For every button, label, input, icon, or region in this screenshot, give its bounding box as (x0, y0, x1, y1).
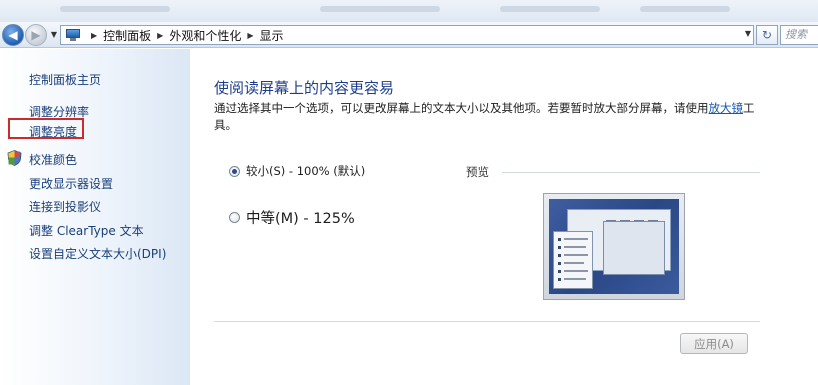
divider (502, 172, 760, 173)
chevron-right-icon[interactable]: ▶ (91, 31, 97, 40)
sidebar-item-home[interactable]: 控制面板主页 (29, 71, 101, 88)
divider (214, 321, 760, 322)
chevron-down-icon[interactable]: ▼ (745, 29, 751, 38)
sidebar: 控制面板主页 调整分辨率 调整亮度 校准颜色 更改显示器设置 连接到投影仪 调整… (0, 49, 190, 385)
refresh-button[interactable]: ↻ (756, 25, 778, 45)
chevron-right-icon[interactable]: ▶ (247, 31, 253, 40)
sidebar-item-custom-dpi[interactable]: 设置自定义文本大小(DPI) (29, 245, 166, 262)
breadcrumb-display[interactable]: 显示 (260, 27, 284, 44)
description: 通过选择其中一个选项，可以更改屏幕上的文本大小以及其他项。若要暂时放大部分屏幕，… (214, 100, 774, 134)
apply-button[interactable]: 应用(A) (680, 333, 748, 354)
radio-smaller[interactable] (229, 166, 240, 177)
option-smaller-label[interactable]: 较小(S) - 100% (默认) (246, 163, 365, 179)
option-medium-label[interactable]: 中等(M) - 125% (246, 207, 355, 228)
address-bar[interactable]: ▶ 控制面板 ▶ 外观和个性化 ▶ 显示 ▼ (60, 25, 754, 45)
shield-icon (7, 150, 22, 166)
blurred-tab (320, 6, 440, 12)
blurred-tab (500, 6, 600, 12)
page-title: 使阅读屏幕上的内容更容易 (214, 79, 395, 97)
sidebar-item-brightness[interactable]: 调整亮度 (29, 123, 77, 140)
preview-screen (549, 199, 679, 294)
back-button[interactable]: ◀ (2, 24, 24, 46)
window: ◀ ▶ ▼ ▶ 控制面板 ▶ 外观和个性化 ▶ 显示 ▼ ↻ 搜索 控制面板主页… (0, 0, 818, 385)
magnifier-link[interactable]: 放大镜 (709, 101, 744, 115)
preview-window (553, 231, 593, 289)
sidebar-item-cleartype[interactable]: 调整 ClearType 文本 (29, 222, 144, 239)
breadcrumb-control-panel[interactable]: 控制面板 (103, 27, 151, 44)
chevron-right-icon[interactable]: ▶ (157, 31, 163, 40)
preview-window (603, 221, 665, 275)
description-text: 通过选择其中一个选项，可以更改屏幕上的文本大小以及其他项。若要暂时放大部分屏幕，… (214, 101, 709, 115)
sidebar-item-calibrate-color[interactable]: 校准颜色 (29, 151, 77, 168)
arrow-right-icon: ▶ (31, 28, 41, 42)
search-input[interactable]: 搜索 (780, 25, 818, 45)
blurred-tab (60, 6, 170, 12)
forward-button[interactable]: ▶ (25, 24, 47, 46)
control-panel-icon (65, 29, 81, 41)
preview-image (543, 193, 685, 300)
radio-medium[interactable] (229, 212, 240, 223)
blurred-tab (640, 6, 730, 12)
refresh-icon: ↻ (761, 28, 773, 42)
sidebar-item-projector[interactable]: 连接到投影仪 (29, 198, 101, 215)
arrow-left-icon: ◀ (8, 28, 18, 42)
breadcrumb-appearance[interactable]: 外观和个性化 (169, 27, 241, 44)
preview-label: 预览 (466, 165, 489, 179)
title-bar (0, 0, 818, 22)
main-content: 使阅读屏幕上的内容更容易 通过选择其中一个选项，可以更改屏幕上的文本大小以及其他… (190, 49, 818, 385)
navigation-bar: ◀ ▶ ▼ ▶ 控制面板 ▶ 外观和个性化 ▶ 显示 ▼ ↻ 搜索 (0, 22, 818, 48)
recent-pages-dropdown[interactable]: ▼ (49, 30, 59, 40)
sidebar-item-display-settings[interactable]: 更改显示器设置 (29, 175, 113, 192)
